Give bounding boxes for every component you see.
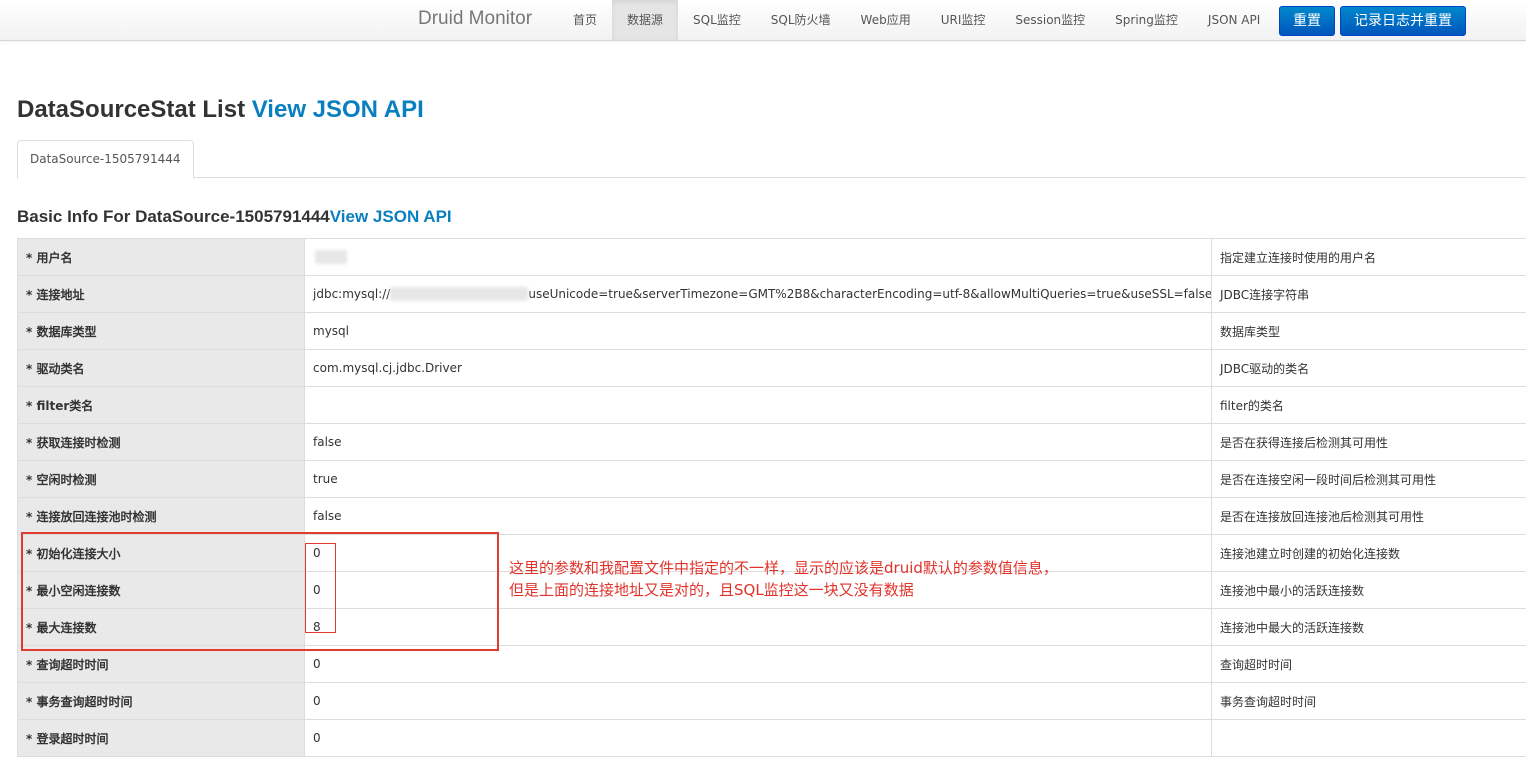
row-value: false — [305, 424, 1212, 461]
table-row: * 连接放回连接池时检测 false 是否在连接放回连接池后检测其可用性 — [18, 498, 1526, 535]
row-desc: JDBC连接字符串 — [1212, 276, 1526, 313]
row-label: * 事务查询超时时间 — [18, 683, 305, 720]
nav-item-session-monitor[interactable]: Session监控 — [1000, 0, 1100, 40]
row-desc: 连接池中最小的活跃连接数 — [1212, 572, 1526, 609]
row-label: * 最小空闲连接数 — [18, 572, 305, 609]
row-value: com.mysql.cj.jdbc.Driver — [305, 350, 1212, 387]
row-label: * filter类名 — [18, 387, 305, 424]
row-label: * 最大连接数 — [18, 609, 305, 646]
row-desc: 连接池中最大的活跃连接数 — [1212, 609, 1526, 646]
table-row: * 最小空闲连接数 0 连接池中最小的活跃连接数 — [18, 572, 1526, 609]
row-label: * 驱动类名 — [18, 350, 305, 387]
table-row: * filter类名 filter的类名 — [18, 387, 1526, 424]
row-value: 8 — [305, 609, 1212, 646]
row-desc: filter的类名 — [1212, 387, 1526, 424]
row-label: * 空闲时检测 — [18, 461, 305, 498]
table-row: * 事务查询超时时间 0 事务查询超时时间 — [18, 683, 1526, 720]
page-title: DataSourceStat List View JSON API — [17, 96, 424, 124]
row-desc: 是否在连接空闲一段时间后检测其可用性 — [1212, 461, 1526, 498]
nav-item-json-api[interactable]: JSON API — [1193, 0, 1275, 40]
nav-item-web-app[interactable]: Web应用 — [846, 0, 926, 40]
table-row: * 数据库类型 mysql 数据库类型 — [18, 313, 1526, 350]
row-value: mysql — [305, 313, 1212, 350]
row-label: * 登录超时时间 — [18, 720, 305, 757]
table-row: * 登录超时时间 0 — [18, 720, 1526, 757]
table-row: * 最大连接数 8 连接池中最大的活跃连接数 — [18, 609, 1526, 646]
reset-button[interactable]: 重置 — [1279, 6, 1335, 36]
page-title-text: DataSourceStat List — [17, 96, 245, 123]
row-value: jdbc:mysql://useUnicode=true&serverTimez… — [305, 276, 1212, 313]
row-value: 0 — [305, 720, 1212, 757]
row-desc: 事务查询超时时间 — [1212, 683, 1526, 720]
redacted-username — [315, 250, 347, 264]
section-title-text: Basic Info For DataSource-1505791444 — [17, 207, 330, 226]
table-row: * 驱动类名 com.mysql.cj.jdbc.Driver JDBC驱动的类… — [18, 350, 1526, 387]
nav-item-sql-firewall[interactable]: SQL防火墙 — [756, 0, 846, 40]
brand-title[interactable]: Druid Monitor — [418, 8, 532, 30]
view-json-api-link[interactable]: View JSON API — [252, 96, 424, 123]
row-value — [305, 387, 1212, 424]
row-value: false — [305, 498, 1212, 535]
table-row: * 获取连接时检测 false 是否在获得连接后检测其可用性 — [18, 424, 1526, 461]
log-and-reset-button[interactable]: 记录日志并重置 — [1340, 6, 1466, 36]
table-row: * 用户名 指定建立连接时使用的用户名 — [18, 239, 1526, 276]
table-row: * 连接地址 jdbc:mysql://useUnicode=true&serv… — [18, 276, 1526, 313]
row-label: * 初始化连接大小 — [18, 535, 305, 572]
nav-item-home[interactable]: 首页 — [558, 0, 612, 40]
redacted-host — [390, 287, 528, 301]
basic-info-table: * 用户名 指定建立连接时使用的用户名 * 连接地址 jdbc:mysql://… — [17, 238, 1526, 757]
row-label: * 数据库类型 — [18, 313, 305, 350]
row-desc: 是否在连接放回连接池后检测其可用性 — [1212, 498, 1526, 535]
nav-item-spring-monitor[interactable]: Spring监控 — [1100, 0, 1193, 40]
row-value: 0 — [305, 572, 1212, 609]
tab-datasource[interactable]: DataSource-1505791444 — [17, 140, 194, 179]
nav-item-sql-monitor[interactable]: SQL监控 — [678, 0, 756, 40]
top-navbar: Druid Monitor 首页 数据源 SQL监控 SQL防火墙 Web应用 … — [0, 0, 1526, 41]
datasource-tabs: DataSource-1505791444 — [17, 140, 1526, 178]
nav-item-datasource[interactable]: 数据源 — [612, 0, 678, 40]
row-desc: 连接池建立时创建的初始化连接数 — [1212, 535, 1526, 572]
row-value: true — [305, 461, 1212, 498]
row-desc: 是否在获得连接后检测其可用性 — [1212, 424, 1526, 461]
row-value: 0 — [305, 535, 1212, 572]
row-label: * 获取连接时检测 — [18, 424, 305, 461]
row-desc: 数据库类型 — [1212, 313, 1526, 350]
row-label: * 连接地址 — [18, 276, 305, 313]
nav-menu: 首页 数据源 SQL监控 SQL防火墙 Web应用 URI监控 Session监… — [558, 0, 1275, 40]
nav-item-uri-monitor[interactable]: URI监控 — [926, 0, 1001, 40]
section-json-api-link[interactable]: View JSON API — [330, 207, 452, 226]
row-value: 0 — [305, 683, 1212, 720]
row-desc: JDBC驱动的类名 — [1212, 350, 1526, 387]
table-row: * 空闲时检测 true 是否在连接空闲一段时间后检测其可用性 — [18, 461, 1526, 498]
row-label: * 用户名 — [18, 239, 305, 276]
row-label: * 连接放回连接池时检测 — [18, 498, 305, 535]
row-label: * 查询超时时间 — [18, 646, 305, 683]
section-title: Basic Info For DataSource-1505791444View… — [17, 207, 452, 227]
row-value: 0 — [305, 646, 1212, 683]
table-row: * 查询超时时间 0 查询超时时间 — [18, 646, 1526, 683]
row-desc — [1212, 720, 1526, 757]
row-desc: 查询超时时间 — [1212, 646, 1526, 683]
row-desc: 指定建立连接时使用的用户名 — [1212, 239, 1526, 276]
row-value — [305, 239, 1212, 276]
table-row: * 初始化连接大小 0 连接池建立时创建的初始化连接数 — [18, 535, 1526, 572]
